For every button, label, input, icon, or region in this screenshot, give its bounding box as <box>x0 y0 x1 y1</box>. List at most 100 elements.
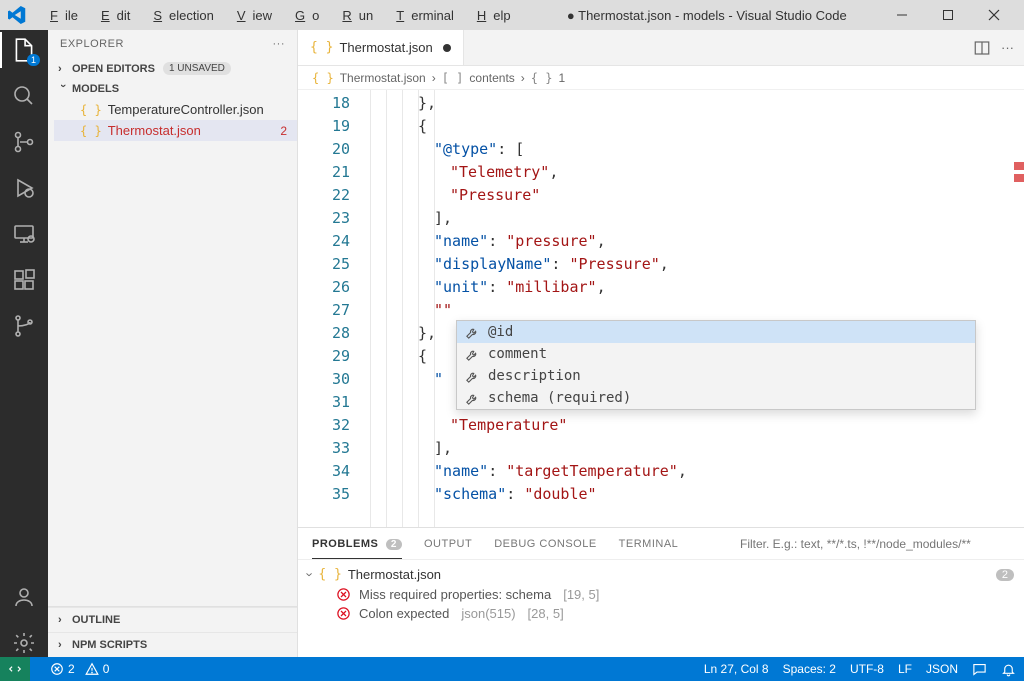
dirty-indicator-icon <box>443 44 451 52</box>
outline-section[interactable]: › OUTLINE <box>48 607 297 632</box>
suggest-item[interactable]: description <box>457 365 975 387</box>
problems-filter-input[interactable] <box>740 537 1010 551</box>
code-content[interactable]: },{"@type": ["Telemetry","Pressure"],"na… <box>370 90 1024 527</box>
file-item[interactable]: { }Thermostat.json2 <box>54 120 297 141</box>
suggest-item[interactable]: @id <box>457 321 975 343</box>
suggest-widget[interactable]: @idcommentdescriptionschema (required) <box>456 320 976 410</box>
menu-edit[interactable]: Edit <box>87 5 137 26</box>
run-debug-icon[interactable] <box>10 174 38 202</box>
tab-bar: { } Thermostat.json ··· <box>298 30 1024 66</box>
file-name: Thermostat.json <box>108 123 201 138</box>
code-line[interactable]: "schema": "double" <box>370 483 1024 506</box>
error-marker-icon[interactable] <box>1014 174 1024 182</box>
problems-file-count: 2 <box>996 569 1014 581</box>
close-button[interactable] <box>988 9 1016 21</box>
status-line-col[interactable]: Ln 27, Col 8 <box>704 662 769 676</box>
remote-indicator[interactable] <box>0 657 30 681</box>
bell-icon[interactable] <box>1001 662 1016 677</box>
status-errors[interactable]: 2 <box>50 662 75 676</box>
line-number: 22 <box>298 184 370 207</box>
tab-problems[interactable]: PROBLEMS 2 <box>312 538 402 559</box>
vscode-logo-icon <box>8 6 26 24</box>
status-eol[interactable]: LF <box>898 662 912 676</box>
error-icon <box>336 587 351 602</box>
menu-selection[interactable]: Selection <box>139 5 220 26</box>
menu-go[interactable]: Go <box>281 5 326 26</box>
code-line[interactable]: "displayName": "Pressure", <box>370 253 1024 276</box>
chevron-down-icon: › <box>57 84 69 94</box>
code-line[interactable]: "name": "targetTemperature", <box>370 460 1024 483</box>
status-bar: 2 0 Ln 27, Col 8 Spaces: 2 UTF-8 LF JSON <box>0 657 1024 681</box>
code-line[interactable]: { <box>370 115 1024 138</box>
tab-label: Thermostat.json <box>339 40 432 55</box>
minimize-button[interactable] <box>896 9 924 21</box>
more-icon[interactable]: ··· <box>273 38 286 50</box>
window-title: ● Thermostat.json - models - Visual Stud… <box>518 8 896 23</box>
file-list: { }TemperatureController.json{ }Thermost… <box>48 99 297 141</box>
code-editor[interactable]: 181920212223242526272829303132333435 },{… <box>298 90 1024 527</box>
problems-file-group[interactable]: › { } Thermostat.json 2 <box>308 564 1014 585</box>
file-item[interactable]: { }TemperatureController.json <box>54 99 297 120</box>
maximize-button[interactable] <box>942 9 970 21</box>
open-editors-section[interactable]: › OPEN EDITORS 1 UNSAVED <box>48 58 297 79</box>
error-icon <box>336 606 351 621</box>
extensions-icon[interactable] <box>10 266 38 294</box>
suggest-item[interactable]: comment <box>457 343 975 365</box>
git-branches-icon[interactable] <box>10 312 38 340</box>
more-actions-icon[interactable]: ··· <box>1001 40 1014 55</box>
bottom-panel: PROBLEMS 2 OUTPUT DEBUG CONSOLE TERMINAL… <box>298 527 1024 657</box>
suggest-item[interactable]: schema (required) <box>457 387 975 409</box>
line-number: 35 <box>298 483 370 506</box>
code-line[interactable]: "unit": "millibar", <box>370 276 1024 299</box>
line-number: 30 <box>298 368 370 391</box>
status-language[interactable]: JSON <box>926 662 958 676</box>
folder-section[interactable]: › MODELS <box>48 79 297 99</box>
code-line[interactable]: }, <box>370 92 1024 115</box>
tab-terminal[interactable]: TERMINAL <box>619 538 679 550</box>
tab-debug-console[interactable]: DEBUG CONSOLE <box>494 538 596 550</box>
npm-scripts-section[interactable]: › NPM SCRIPTS <box>48 632 297 657</box>
chevron-right-icon: › <box>432 71 436 85</box>
code-line[interactable]: ], <box>370 207 1024 230</box>
search-icon[interactable] <box>10 82 38 110</box>
wrench-icon <box>465 347 480 362</box>
line-number: 18 <box>298 92 370 115</box>
line-numbers: 181920212223242526272829303132333435 <box>298 90 370 527</box>
menu-terminal[interactable]: Terminal <box>382 5 461 26</box>
code-line[interactable]: ], <box>370 437 1024 460</box>
explorer-icon[interactable]: 1 <box>10 36 38 64</box>
tab-output[interactable]: OUTPUT <box>424 538 472 550</box>
account-icon[interactable] <box>10 583 38 611</box>
status-indent[interactable]: Spaces: 2 <box>783 662 836 676</box>
overview-ruler[interactable] <box>1010 90 1024 527</box>
menu-help[interactable]: Help <box>463 5 518 26</box>
breadcrumbs[interactable]: { } Thermostat.json › [ ] contents › { }… <box>298 66 1024 90</box>
editor-tab[interactable]: { } Thermostat.json <box>298 30 464 65</box>
status-encoding[interactable]: UTF-8 <box>850 662 884 676</box>
code-line[interactable]: "Pressure" <box>370 184 1024 207</box>
settings-gear-icon[interactable] <box>10 629 38 657</box>
remote-explorer-icon[interactable] <box>10 220 38 248</box>
breadcrumb-item[interactable]: Thermostat.json <box>340 71 426 85</box>
feedback-icon[interactable] <box>972 662 987 677</box>
line-number: 27 <box>298 299 370 322</box>
line-number: 24 <box>298 230 370 253</box>
source-control-icon[interactable] <box>10 128 38 156</box>
line-number: 21 <box>298 161 370 184</box>
code-line[interactable]: "" <box>370 299 1024 322</box>
code-line[interactable]: "name": "pressure", <box>370 230 1024 253</box>
breadcrumb-item[interactable]: 1 <box>558 71 565 85</box>
menu-run[interactable]: Run <box>328 5 380 26</box>
window-controls <box>896 9 1016 21</box>
menu-view[interactable]: View <box>223 5 279 26</box>
problem-item[interactable]: Colon expectedjson(515)[28, 5] <box>308 604 1014 623</box>
code-line[interactable]: "@type": [ <box>370 138 1024 161</box>
split-editor-icon[interactable] <box>973 39 991 57</box>
problem-item[interactable]: Miss required properties: schema[19, 5] <box>308 585 1014 604</box>
code-line[interactable]: "Temperature" <box>370 414 1024 437</box>
status-warnings[interactable]: 0 <box>85 662 110 676</box>
code-line[interactable]: "Telemetry", <box>370 161 1024 184</box>
error-marker-icon[interactable] <box>1014 162 1024 170</box>
breadcrumb-item[interactable]: contents <box>469 71 514 85</box>
menu-file[interactable]: File <box>36 5 85 26</box>
